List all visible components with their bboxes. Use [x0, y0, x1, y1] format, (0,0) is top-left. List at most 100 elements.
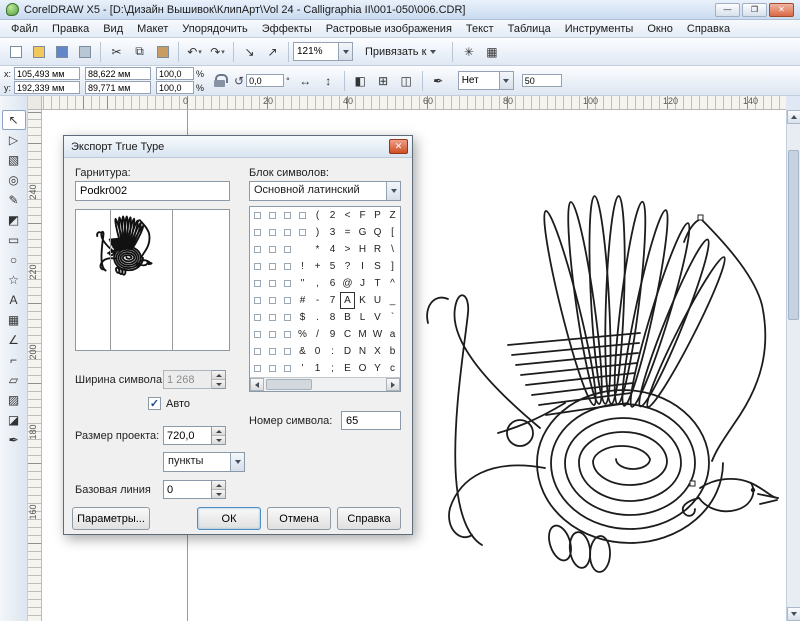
charmap-checkbox[interactable]	[250, 309, 265, 326]
snap-to-button[interactable]: Привязать к	[357, 43, 444, 61]
open-folder-icon[interactable]	[28, 41, 49, 62]
charmap-cell[interactable]: F	[355, 207, 370, 224]
maximize-button[interactable]: ❐	[742, 3, 767, 17]
symbol-number-field[interactable]	[341, 411, 401, 430]
text-tool[interactable]: А	[2, 290, 26, 310]
polygon-tool[interactable]: ☆	[2, 270, 26, 290]
charmap-cell[interactable]: ?	[340, 258, 355, 275]
charmap-checkbox[interactable]	[250, 275, 265, 292]
import-icon[interactable]: ↘	[239, 41, 260, 62]
charmap-cell[interactable]: <	[340, 207, 355, 224]
charmap-cell[interactable]: b	[385, 343, 400, 360]
charmap-checkbox[interactable]	[280, 360, 295, 377]
charmap-cell[interactable]: 5	[325, 258, 340, 275]
charmap-checkbox[interactable]	[280, 343, 295, 360]
charmap-checkbox[interactable]	[280, 326, 295, 343]
block-dropdown-button[interactable]	[386, 182, 400, 200]
char-width-field[interactable]	[163, 370, 212, 389]
charmap-checkbox[interactable]	[265, 326, 280, 343]
charmap-checkbox[interactable]	[265, 360, 280, 377]
scroll-up-button[interactable]	[787, 110, 800, 124]
charmap-cell[interactable]: ^	[385, 275, 400, 292]
baseline-field[interactable]	[163, 480, 212, 499]
minimize-button[interactable]: —	[715, 3, 740, 17]
charmap-checkbox[interactable]	[280, 224, 295, 241]
scroll-left-button[interactable]	[250, 378, 264, 391]
mirror-vertical-icon[interactable]: ↕	[318, 70, 339, 91]
charmap-cell[interactable]: %	[295, 326, 310, 343]
charmap-cell[interactable]: a	[385, 326, 400, 343]
charmap-cell[interactable]: ;	[325, 360, 340, 377]
charmap-cell[interactable]: M	[355, 326, 370, 343]
charmap-cell[interactable]: P	[370, 207, 385, 224]
charmap-cell[interactable]: 6	[325, 275, 340, 292]
charmap-cell[interactable]	[295, 241, 310, 258]
outline-width-input[interactable]	[459, 72, 499, 89]
options-gear-icon[interactable]: ✳	[458, 41, 479, 62]
menu-item[interactable]: Инструменты	[558, 22, 641, 36]
charmap-checkbox[interactable]	[265, 309, 280, 326]
redo-icon[interactable]: ↷▾	[207, 41, 228, 62]
object-width-field[interactable]	[85, 67, 151, 80]
charmap-cell[interactable]: -	[310, 292, 325, 309]
table-tool[interactable]: ▦	[2, 310, 26, 330]
charmap-cell[interactable]: 0	[310, 343, 325, 360]
font-family-field[interactable]	[75, 181, 230, 201]
cut-icon[interactable]: ✂	[106, 41, 127, 62]
transparency-tool[interactable]: ◪	[2, 410, 26, 430]
charmap-cell[interactable]: )	[310, 224, 325, 241]
charmap-cell[interactable]: !	[295, 258, 310, 275]
units-dropdown-button[interactable]	[230, 453, 244, 471]
charmap-checkbox[interactable]	[280, 292, 295, 309]
charmap-cell[interactable]: H	[355, 241, 370, 258]
symbol-block-combo[interactable]: Основной латинский	[249, 181, 401, 201]
menu-item[interactable]: Окно	[640, 22, 680, 36]
charmap-cell[interactable]: Q	[370, 224, 385, 241]
undo-icon[interactable]: ↶▾	[184, 41, 205, 62]
export-icon[interactable]: ↗	[262, 41, 283, 62]
x-position-field[interactable]	[14, 67, 80, 80]
charmap-cell[interactable]: T	[370, 275, 385, 292]
charmap-cell[interactable]: S	[370, 258, 385, 275]
ok-button[interactable]: ОК	[197, 507, 261, 530]
charmap-cell[interactable]: W	[370, 326, 385, 343]
horizontal-ruler[interactable]: 020406080100120140	[42, 96, 786, 110]
dialog-title-bar[interactable]: Экспорт True Type ✕	[64, 136, 412, 158]
charmap-checkbox[interactable]	[280, 258, 295, 275]
spinner-down-button[interactable]	[212, 489, 225, 498]
menu-item[interactable]: Упорядочить	[175, 22, 254, 36]
copy-icon[interactable]: ⧉	[129, 41, 150, 62]
charmap-cell[interactable]: V	[370, 309, 385, 326]
charmap-cell[interactable]: Z	[385, 207, 400, 224]
charmap-cell[interactable]: O	[355, 360, 370, 377]
charmap-checkbox[interactable]	[295, 207, 310, 224]
charmap-cell[interactable]: .	[310, 309, 325, 326]
zoom-tool[interactable]: ◎	[2, 170, 26, 190]
charmap-cell[interactable]: 3	[325, 224, 340, 241]
charmap-checkbox[interactable]	[280, 309, 295, 326]
scale-y-field[interactable]	[156, 81, 194, 94]
cancel-button[interactable]: Отмена	[267, 507, 331, 530]
help-button[interactable]: Справка	[337, 507, 401, 530]
auto-checkbox[interactable]: ✓	[148, 397, 161, 410]
charmap-cell[interactable]: [	[385, 224, 400, 241]
charmap-cell[interactable]: B	[340, 309, 355, 326]
charmap-cell[interactable]: \	[385, 241, 400, 258]
charmap-cell[interactable]: 7	[325, 292, 340, 309]
dimension-tool[interactable]: ∠	[2, 330, 26, 350]
charmap-cell[interactable]: (	[310, 207, 325, 224]
freehand-tool[interactable]: ✎	[2, 190, 26, 210]
y-position-field[interactable]	[14, 81, 80, 94]
charmap-cell[interactable]: >	[340, 241, 355, 258]
charmap-cell[interactable]: Y	[370, 360, 385, 377]
menu-item[interactable]: Текст	[459, 22, 501, 36]
spinner-down-button[interactable]	[212, 435, 225, 444]
spinner-down-button[interactable]	[212, 379, 225, 388]
menu-item[interactable]: Макет	[130, 22, 175, 36]
charmap-cell[interactable]: @	[340, 275, 355, 292]
parameters-button[interactable]: Параметры...	[72, 507, 150, 530]
object-height-field[interactable]	[85, 81, 151, 94]
zoom-level-combo[interactable]	[293, 42, 353, 61]
charmap-checkbox[interactable]	[265, 258, 280, 275]
charmap-cell[interactable]: 8	[325, 309, 340, 326]
